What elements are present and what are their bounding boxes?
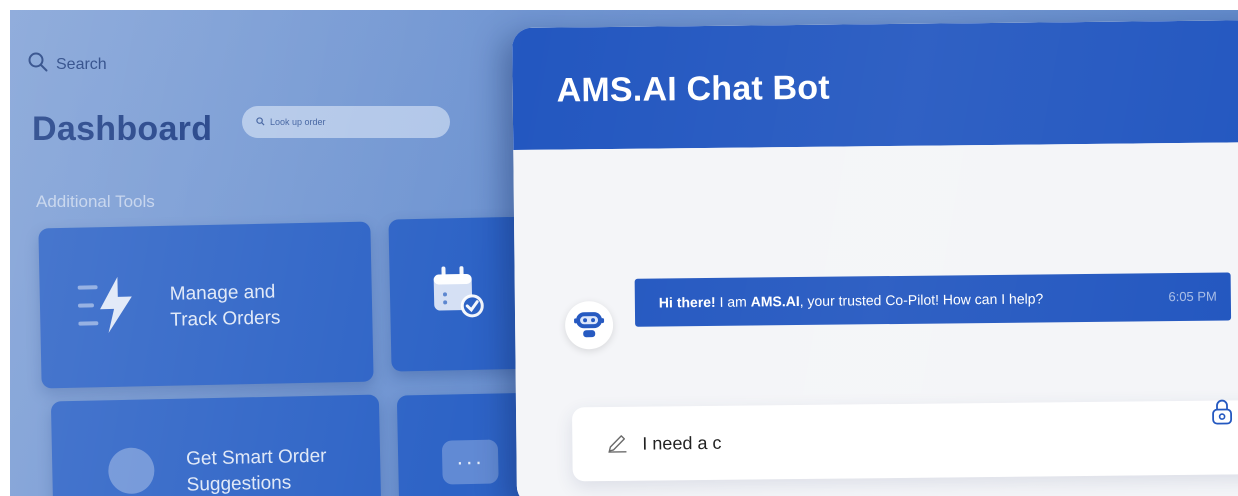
card-label-line1: Get Smart Order <box>185 445 327 470</box>
robot-icon <box>573 307 605 344</box>
chat-input[interactable] <box>640 428 1005 456</box>
search-bar[interactable]: Search <box>28 52 107 77</box>
smart-order-suggestions-card[interactable]: Get Smart Order Suggestions <box>50 394 382 496</box>
manage-track-orders-card[interactable]: Manage and Track Orders <box>38 221 374 389</box>
lookup-placeholder: Look up order <box>270 117 326 127</box>
pencil-icon <box>606 430 628 457</box>
bot-avatar <box>564 300 614 350</box>
lock-icon[interactable] <box>1210 398 1234 431</box>
lightning-icon <box>77 272 142 342</box>
message-greeting: Hi there! <box>658 293 716 311</box>
message-time: 6:05 PM <box>1168 288 1217 305</box>
calendar-check-icon <box>431 266 484 324</box>
bot-message-bubble: Hi there! I am AMS.AI, your trusted Co-P… <box>634 272 1232 327</box>
app-window: Search Dashboard Look up order Additiona… <box>10 10 1238 496</box>
circle-icon <box>106 445 157 496</box>
section-title: Additional Tools <box>36 192 155 211</box>
chat-title: AMS.AI Chat Bot <box>556 68 830 110</box>
lookup-order-input[interactable]: Look up order <box>242 106 450 138</box>
message-text: Hi there! I am AMS.AI, your trusted Co-P… <box>659 290 1044 310</box>
message-rest: , your trusted Co-Pilot! How can I help? <box>799 290 1044 310</box>
chat-header: AMS.AI Chat Bot <box>512 20 1238 150</box>
message-brand: AMS.AI <box>750 293 800 310</box>
message-mid: I am <box>715 293 751 310</box>
search-icon <box>256 116 265 128</box>
card-label-line2: Track Orders <box>170 307 281 331</box>
more-dots-icon: ··· <box>441 439 499 485</box>
chat-body: Hi there! I am AMS.AI, your trusted Co-P… <box>513 142 1238 496</box>
chat-input-box[interactable] <box>571 398 1238 482</box>
card-label-line1: Manage and <box>169 281 276 305</box>
page-title: Dashboard <box>32 110 213 148</box>
chat-panel: AMS.AI Chat Bot Hi there! I am AMS.AI, y… <box>512 20 1238 496</box>
search-label: Search <box>56 55 107 73</box>
card-label-line2: Suggestions <box>186 472 292 496</box>
search-icon <box>28 52 48 77</box>
